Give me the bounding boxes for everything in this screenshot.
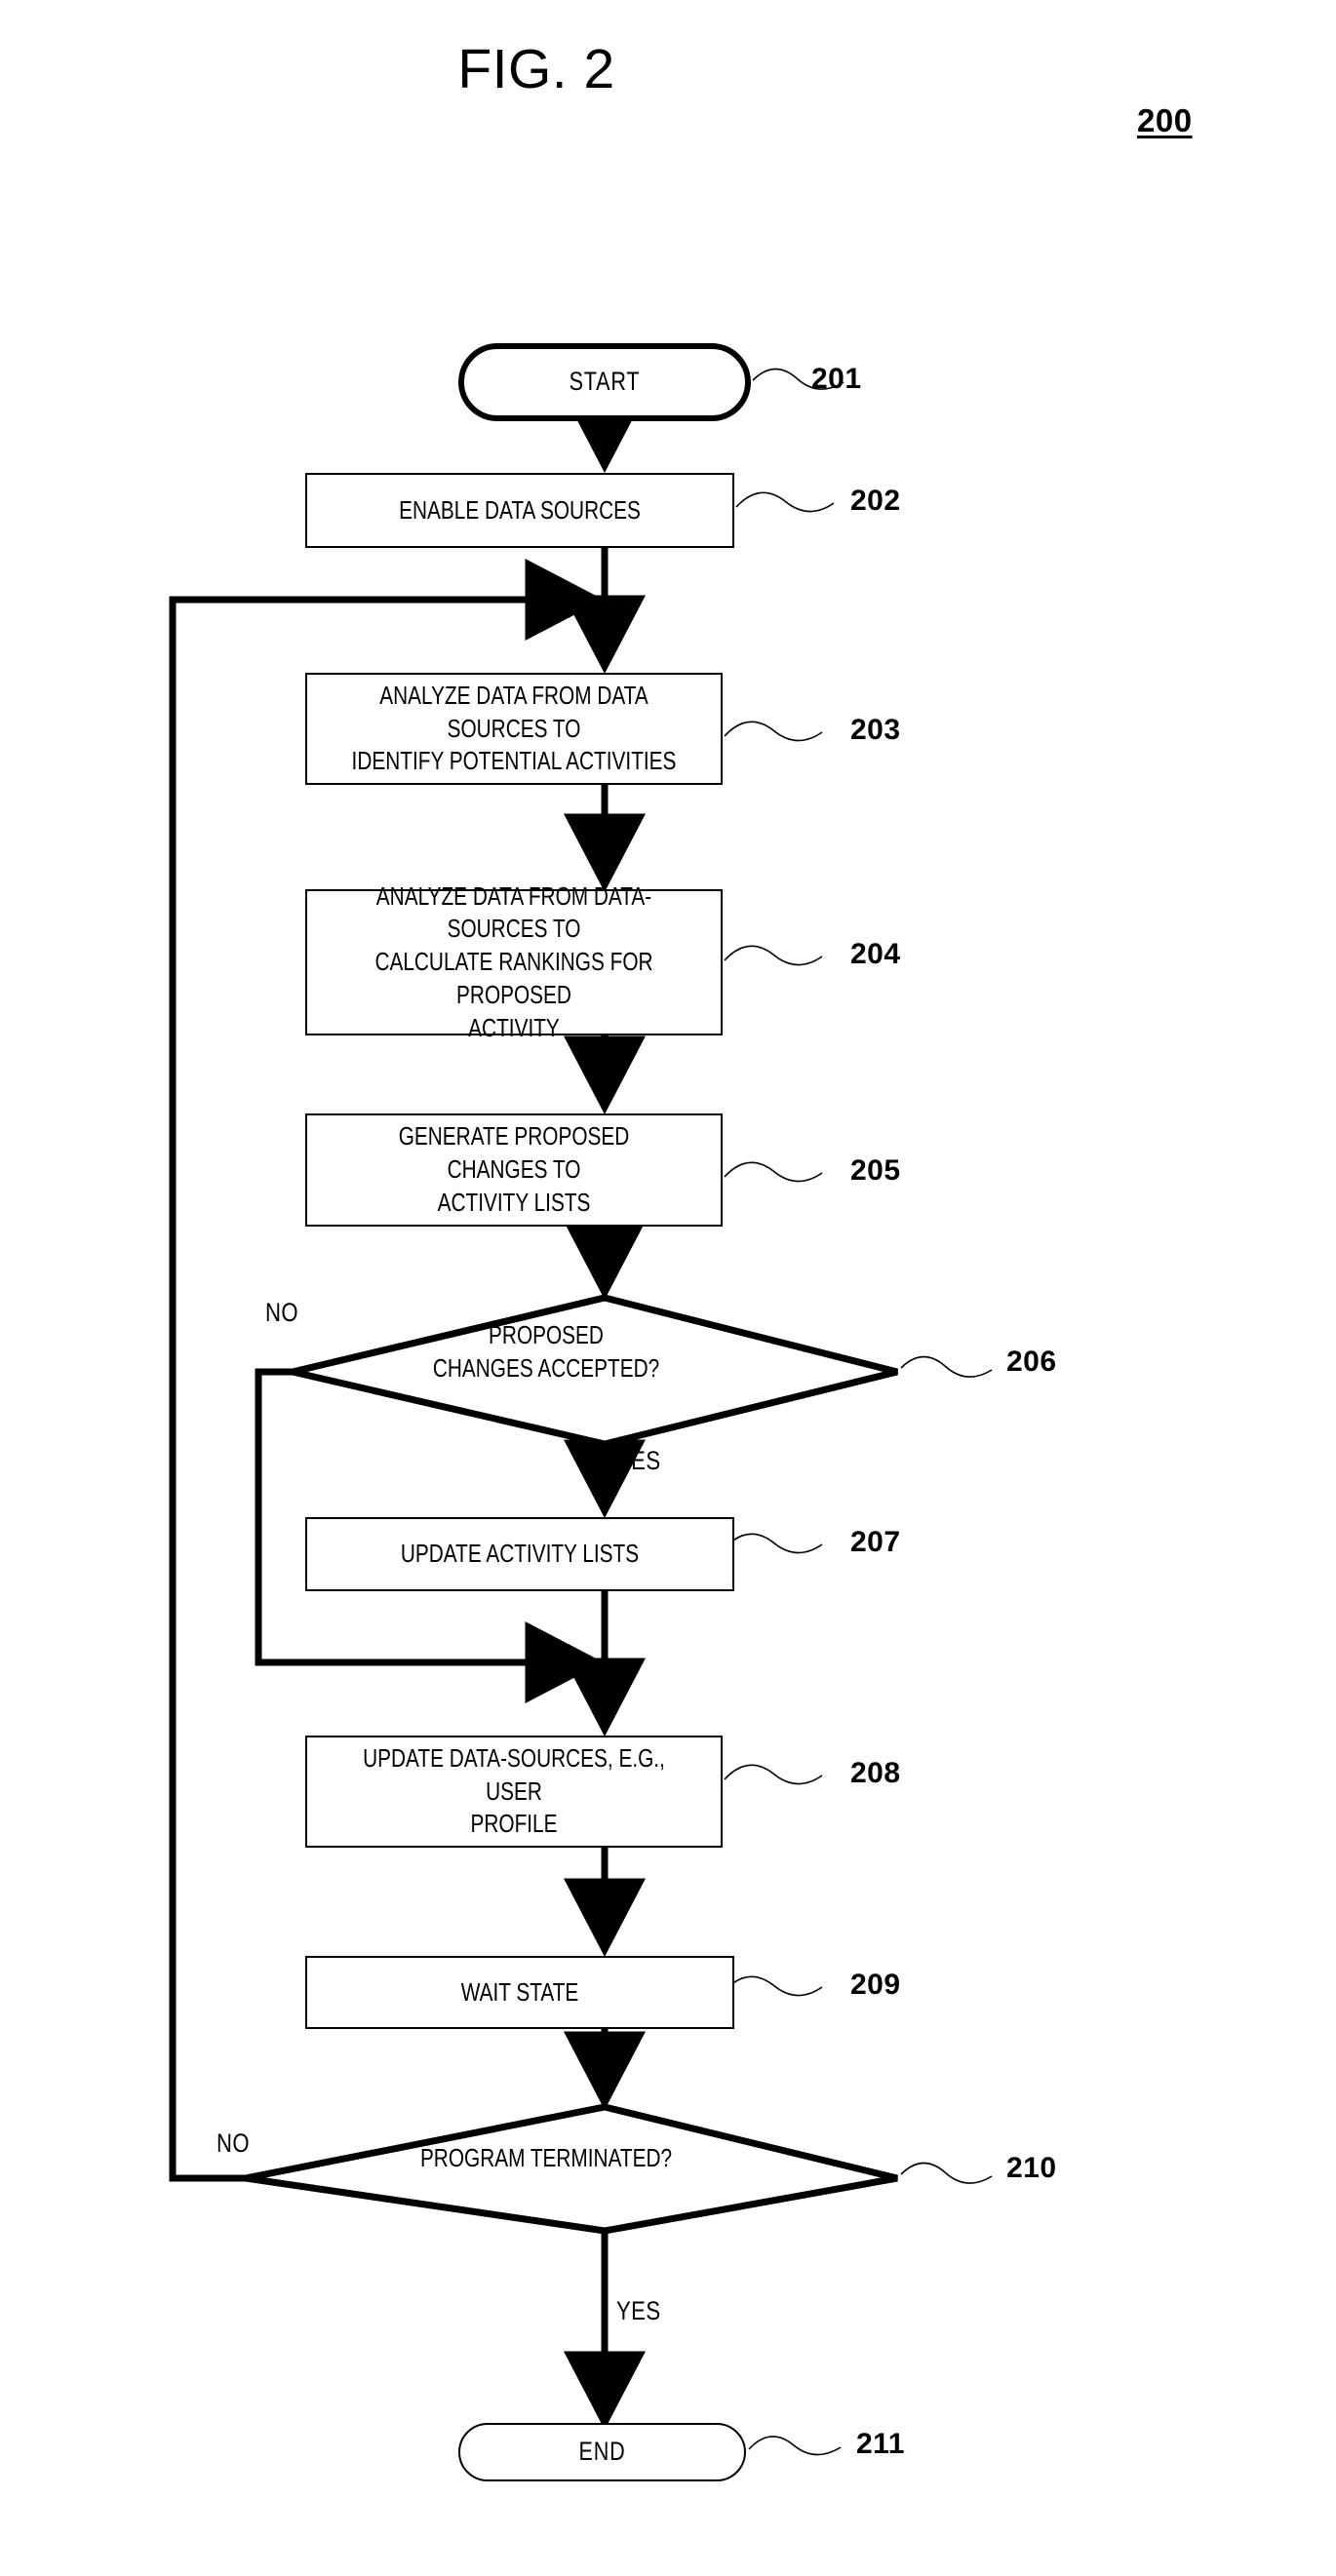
ref-numeral-207: 207 bbox=[850, 1526, 901, 1558]
leader-206 bbox=[900, 1355, 993, 1378]
ref-numeral-210: 210 bbox=[1006, 2152, 1057, 2184]
ref-numeral-202: 202 bbox=[850, 485, 901, 517]
node-update-data-sources[interactable]: UPDATE DATA-SOURCES, E.G., USER PROFILE bbox=[305, 1736, 723, 1848]
branch-label-210-yes: YES bbox=[616, 2296, 661, 2325]
node-end[interactable]: END bbox=[458, 2423, 746, 2481]
node-205-label: GENERATE PROPOSED CHANGES TO ACTIVITY LI… bbox=[398, 1121, 630, 1217]
node-206-label: PROPOSED CHANGES ACCEPTED? bbox=[432, 1320, 660, 1384]
node-209-label: WAIT STATE bbox=[460, 1976, 579, 2007]
ref-numeral-201: 201 bbox=[811, 363, 862, 395]
node-decision-program-terminated[interactable]: PROGRAM TERMINATED? bbox=[371, 2141, 839, 2200]
node-207-label: UPDATE ACTIVITY LISTS bbox=[400, 1539, 640, 1569]
ref-numeral-211: 211 bbox=[856, 2428, 905, 2460]
node-start[interactable]: START bbox=[458, 343, 751, 421]
node-203-label: ANALYZE DATA FROM DATA SOURCES TO IDENTI… bbox=[351, 680, 677, 776]
branch-label-206-yes: YES bbox=[616, 1446, 661, 1475]
node-start-label: START bbox=[569, 367, 641, 397]
ref-numeral-203: 203 bbox=[850, 714, 901, 746]
node-wait-state[interactable]: WAIT STATE bbox=[305, 1956, 734, 2029]
leader-202 bbox=[735, 491, 835, 513]
leader-208 bbox=[724, 1764, 823, 1785]
branch-label-210-no: NO bbox=[216, 2128, 251, 2158]
ref-numeral-206: 206 bbox=[1006, 1346, 1057, 1378]
figure-reference-numeral: 200 bbox=[1137, 102, 1193, 138]
node-202-label: ENABLE DATA SOURCES bbox=[399, 494, 641, 525]
leader-204 bbox=[724, 945, 823, 966]
node-generate-proposed-changes[interactable]: GENERATE PROPOSED CHANGES TO ACTIVITY LI… bbox=[305, 1113, 723, 1227]
leader-211 bbox=[748, 2436, 842, 2456]
figure-title: FIG. 2 bbox=[457, 38, 615, 100]
leader-205 bbox=[724, 1161, 823, 1183]
node-decision-changes-accepted[interactable]: PROPOSED CHANGES ACCEPTED? bbox=[371, 1305, 839, 1431]
leader-207 bbox=[724, 1533, 823, 1554]
patent-figure: FIG. 2 200 START ENABLE DATA SOURCES ANA… bbox=[0, 0, 1336, 2576]
node-enable-data-sources[interactable]: ENABLE DATA SOURCES bbox=[305, 473, 734, 548]
ref-numeral-209: 209 bbox=[850, 1969, 901, 2001]
node-update-activity-lists[interactable]: UPDATE ACTIVITY LISTS bbox=[305, 1517, 734, 1591]
node-analyze-identify-activities[interactable]: ANALYZE DATA FROM DATA SOURCES TO IDENTI… bbox=[305, 673, 723, 785]
ref-numeral-208: 208 bbox=[850, 1757, 901, 1789]
ref-numeral-205: 205 bbox=[850, 1154, 901, 1187]
node-210-label: PROGRAM TERMINATED? bbox=[419, 2143, 673, 2172]
leader-210 bbox=[900, 2162, 993, 2184]
ref-numeral-204: 204 bbox=[850, 938, 901, 970]
leader-209 bbox=[724, 1975, 823, 1997]
node-204-label: ANALYZE DATA FROM DATA-SOURCES TO CALCUL… bbox=[374, 880, 653, 1042]
node-end-label: END bbox=[578, 2437, 626, 2467]
branch-label-206-no: NO bbox=[265, 1298, 299, 1327]
leader-203 bbox=[724, 721, 823, 742]
node-analyze-calculate-rankings[interactable]: ANALYZE DATA FROM DATA-SOURCES TO CALCUL… bbox=[305, 881, 723, 1042]
node-208-label: UPDATE DATA-SOURCES, E.G., USER PROFILE bbox=[363, 1742, 665, 1839]
